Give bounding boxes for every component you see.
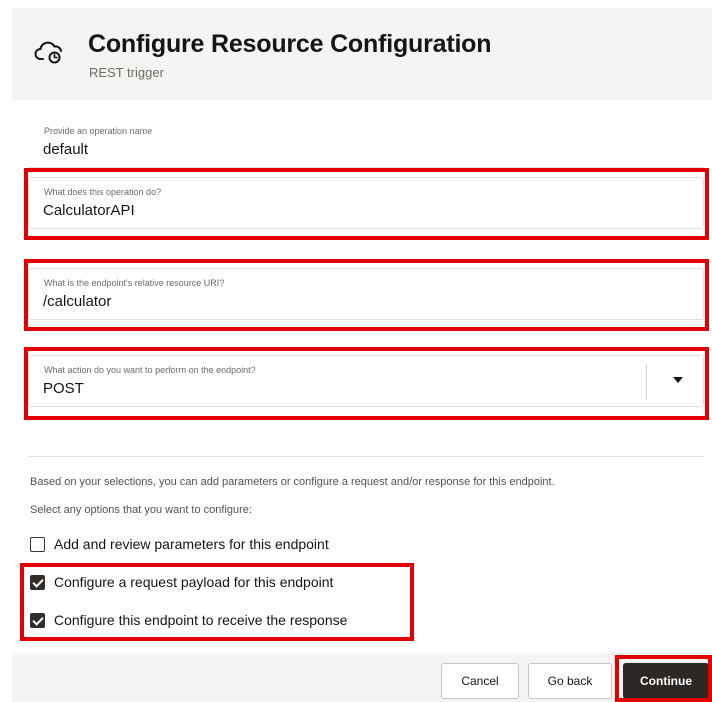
request-payload-label: Configure a request payload for this end… <box>54 574 334 590</box>
options-info-text: Based on your selections, you can add pa… <box>30 476 555 488</box>
add-parameters-checkbox[interactable] <box>30 536 45 552</box>
add-parameters-label: Add and review parameters for this endpo… <box>54 536 329 552</box>
dialog-title: Configure Resource Configuration <box>88 30 492 58</box>
option-add-parameters[interactable]: Add and review parameters for this endpo… <box>30 534 329 554</box>
dialog-header: Configure Resource Configuration REST tr… <box>12 8 712 100</box>
receive-response-label: Configure this endpoint to receive the r… <box>54 612 348 628</box>
resource-uri-field[interactable]: What is the endpoint's relative resource… <box>28 268 704 320</box>
operation-description-field[interactable]: What does this operation do? CalculatorA… <box>28 177 704 229</box>
action-select[interactable]: What action do you want to perform on th… <box>28 355 704 407</box>
operation-name-label: Provide an operation name <box>44 126 153 136</box>
receive-response-checkbox[interactable] <box>30 612 45 628</box>
section-divider <box>28 456 704 457</box>
chevron-down-icon[interactable] <box>673 377 683 383</box>
operation-description-label: What does this operation do? <box>44 187 162 197</box>
dropdown-divider <box>646 364 647 400</box>
operation-name-value[interactable]: default <box>43 141 88 158</box>
rest-cloud-icon <box>34 41 62 64</box>
option-receive-response[interactable]: Configure this endpoint to receive the r… <box>30 610 347 630</box>
dialog-subtitle: REST trigger <box>89 65 164 80</box>
go-back-button[interactable]: Go back <box>528 663 612 699</box>
continue-button[interactable]: Continue <box>623 663 709 699</box>
request-payload-checkbox[interactable] <box>30 574 45 590</box>
cancel-button[interactable]: Cancel <box>441 663 519 699</box>
operation-description-value[interactable]: CalculatorAPI <box>43 202 135 219</box>
operation-name-field[interactable]: Provide an operation name default <box>28 116 704 168</box>
resource-uri-value[interactable]: /calculator <box>43 293 111 310</box>
action-value[interactable]: POST <box>43 380 84 397</box>
action-label: What action do you want to perform on th… <box>44 365 256 375</box>
option-request-payload[interactable]: Configure a request payload for this end… <box>30 572 333 592</box>
options-prompt-text: Select any options that you want to conf… <box>30 504 252 516</box>
resource-uri-label: What is the endpoint's relative resource… <box>44 278 225 288</box>
